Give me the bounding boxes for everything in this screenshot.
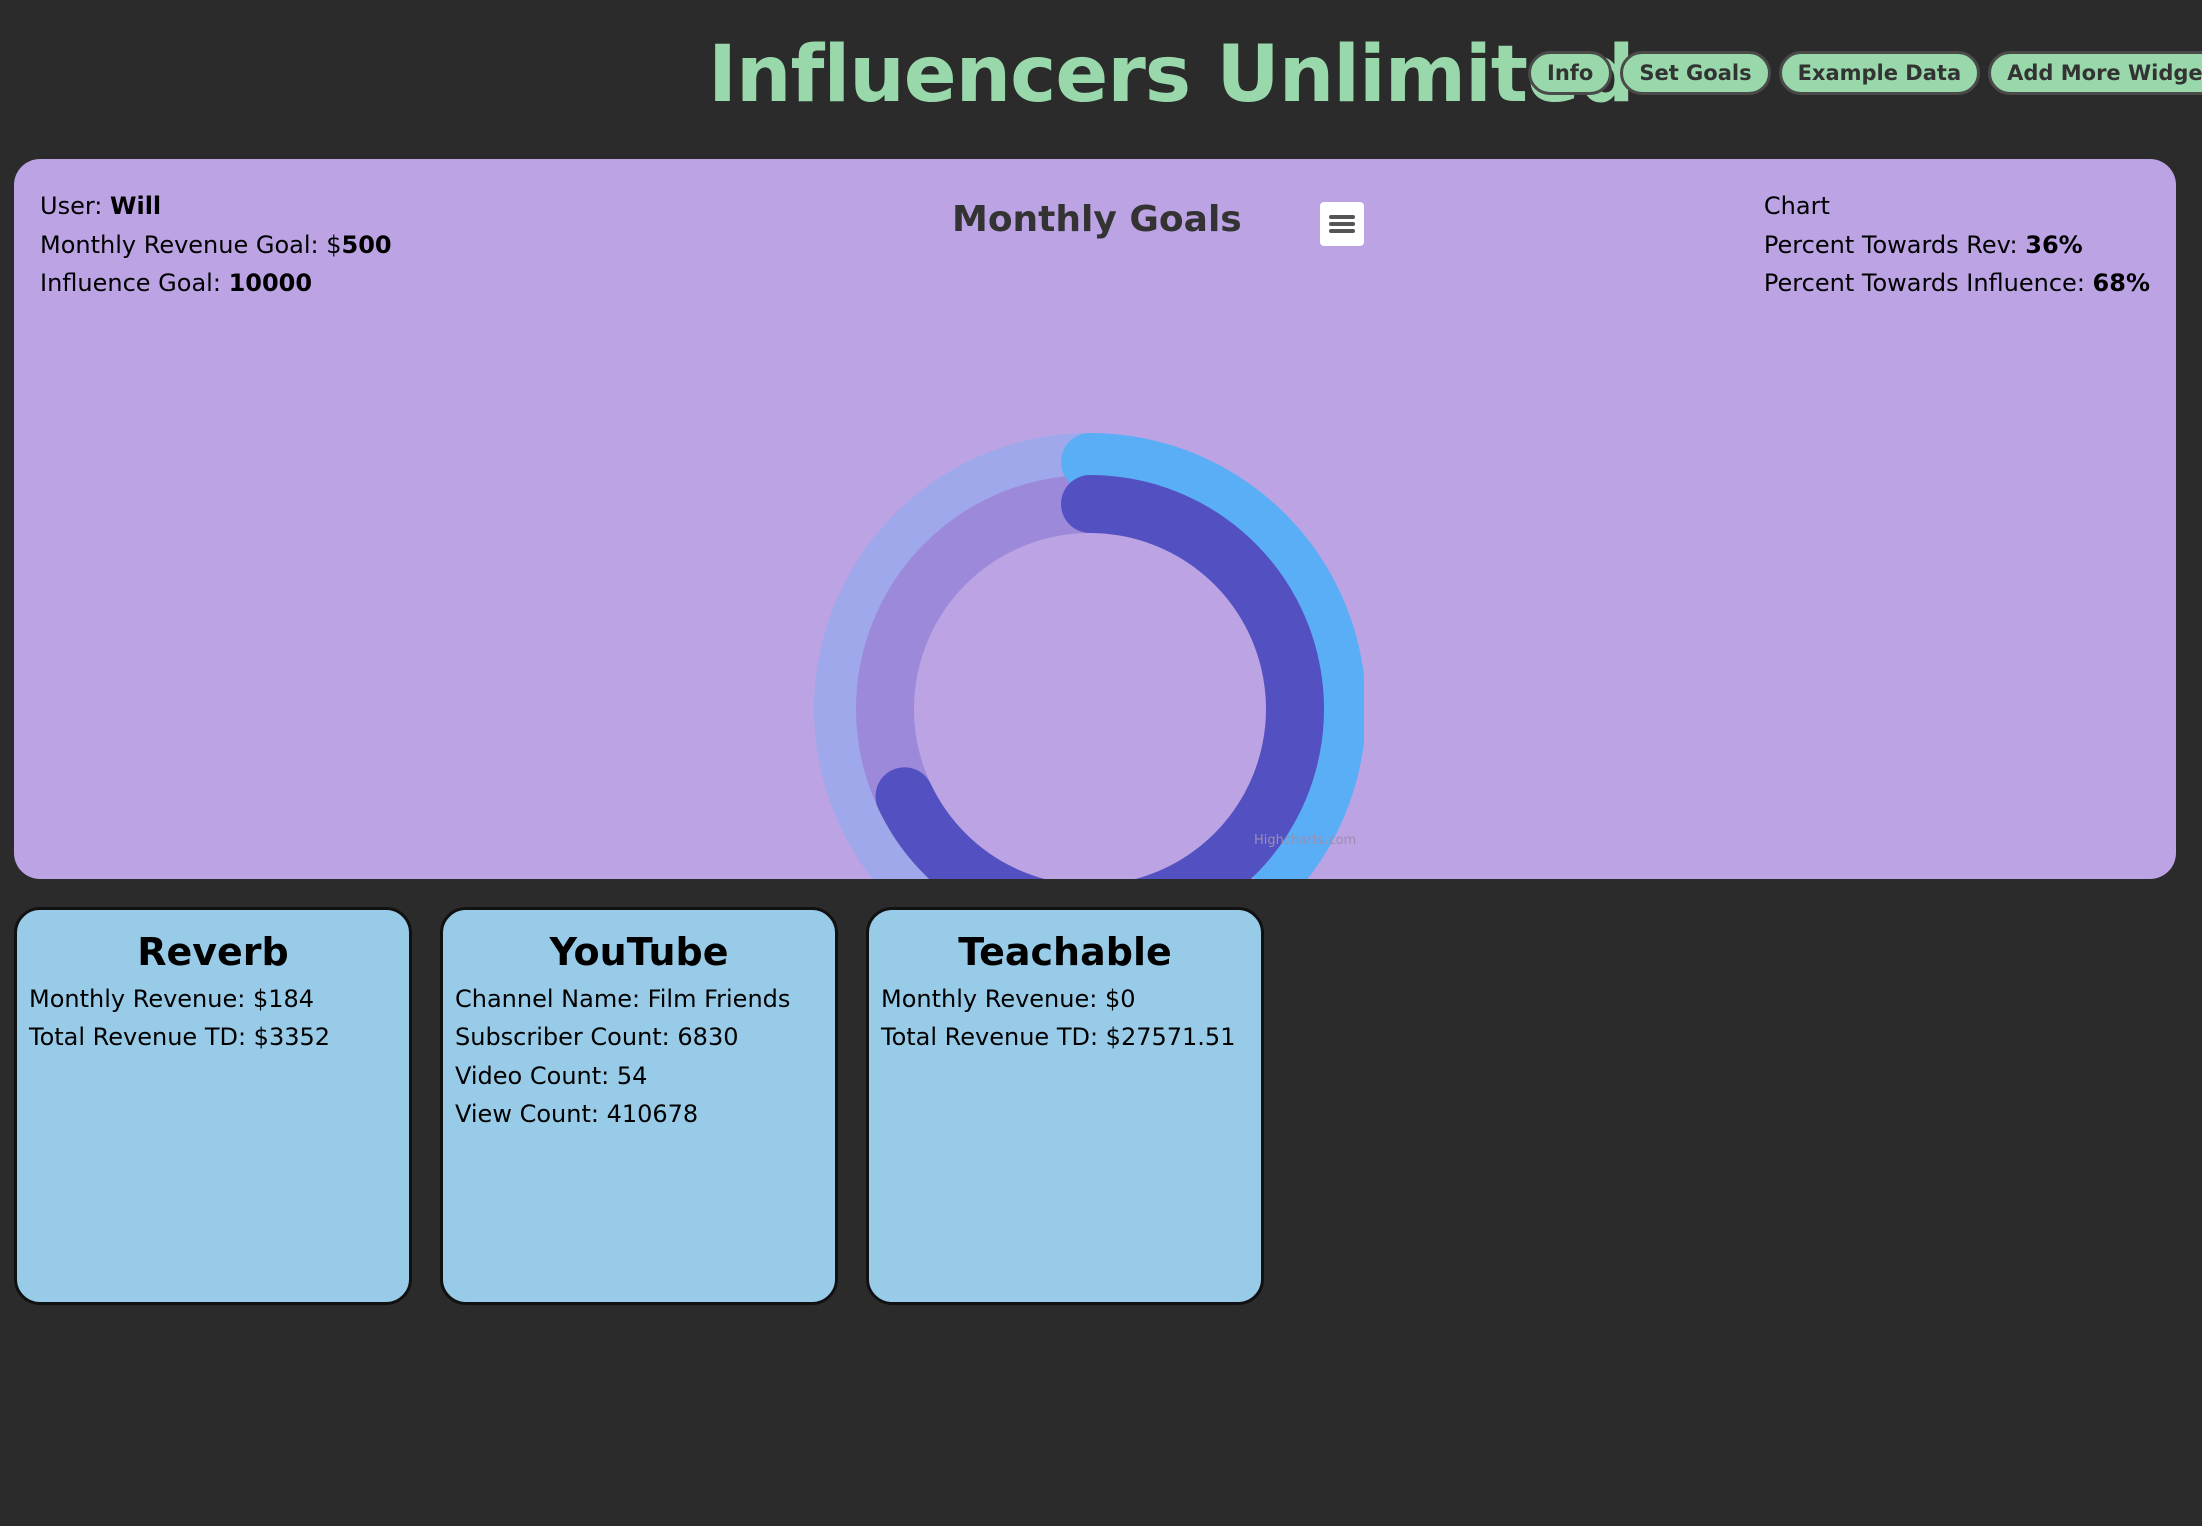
revenue-goal-label: Monthly Revenue Goal: $ [40,230,342,259]
monthly-revenue: Monthly Revenue: $0 [881,985,1136,1013]
monthly-goals-panel: User: Will Monthly Revenue Goal: $500 In… [14,159,2176,879]
example-data-button[interactable]: Example Data [1778,51,1981,95]
add-more-widgets-button[interactable]: Add More Widgets [1988,51,2202,95]
revenue-goal-line: Monthly Revenue Goal: $500 [40,226,392,265]
user-label: User: [40,192,110,220]
monthly-revenue: Monthly Revenue: $184 [29,985,315,1013]
reverb-widget: Reverb Monthly Revenue: $184 Total Reven… [14,907,412,1305]
app-title: Influencers Unlimited [708,30,1635,120]
total-revenue: Total Revenue TD: $27571.51 [881,1023,1236,1052]
goals-gauge-chart [814,433,1364,879]
user-value: Will [110,192,162,220]
video-count: Video Count: 54 [455,1061,648,1090]
set-goals-button[interactable]: Set Goals [1620,51,1771,95]
percent-rev-label: Percent Towards Rev: [1763,230,2026,259]
chart-label: Chart [1763,192,1830,220]
user-line: User: Will [40,187,392,226]
total-revenue: Total Revenue TD: $3352 [29,1023,331,1052]
youtube-widget: YouTube Channel Name: Film Friends Subsc… [440,907,838,1305]
influence-goal-label: Influence Goal: [40,269,229,297]
percent-influence-value: 68% [2092,269,2150,297]
hamburger-menu-icon [1329,215,1355,233]
teachable-widget: Teachable Monthly Revenue: $0 Total Reve… [866,907,1264,1305]
widget-body: Channel Name: Film Friends Subscriber Co… [443,974,835,1133]
goals-progress: Chart Percent Towards Rev: 36% Percent T… [1764,187,2150,303]
percent-influence-label: Percent Towards Influence: [1763,269,2093,297]
subscriber-count: Subscriber Count: 6830 [455,1023,739,1052]
info-button[interactable]: Info [1528,51,1613,95]
widget-title: YouTube [549,930,729,974]
chart-menu-button[interactable] [1320,202,1364,246]
widget-title: Teachable [958,930,1172,974]
view-count: View Count: 410678 [455,1099,699,1128]
goals-summary: User: Will Monthly Revenue Goal: $500 In… [40,187,392,303]
percent-rev-value: 36% [2025,230,2083,259]
widget-body: Monthly Revenue: $184 Total Revenue TD: … [17,974,409,1057]
header-nav: Info Set Goals Example Data Add More Wid… [1528,51,2202,95]
percent-influence-line: Percent Towards Influence: 68% [1764,264,2150,303]
influence-goal-line: Influence Goal: 10000 [40,264,392,303]
chart-title: Monthly Goals [952,199,1242,240]
revenue-goal-value: 500 [341,230,392,259]
channel-name: Channel Name: Film Friends [455,985,791,1013]
percent-rev-line: Percent Towards Rev: 36% [1764,226,2150,265]
widget-title: Reverb [137,930,289,974]
influence-goal-value: 10000 [228,269,313,297]
widget-body: Monthly Revenue: $0 Total Revenue TD: $2… [869,974,1261,1057]
highcharts-credits-link[interactable]: Highcharts.com [1254,833,1356,848]
